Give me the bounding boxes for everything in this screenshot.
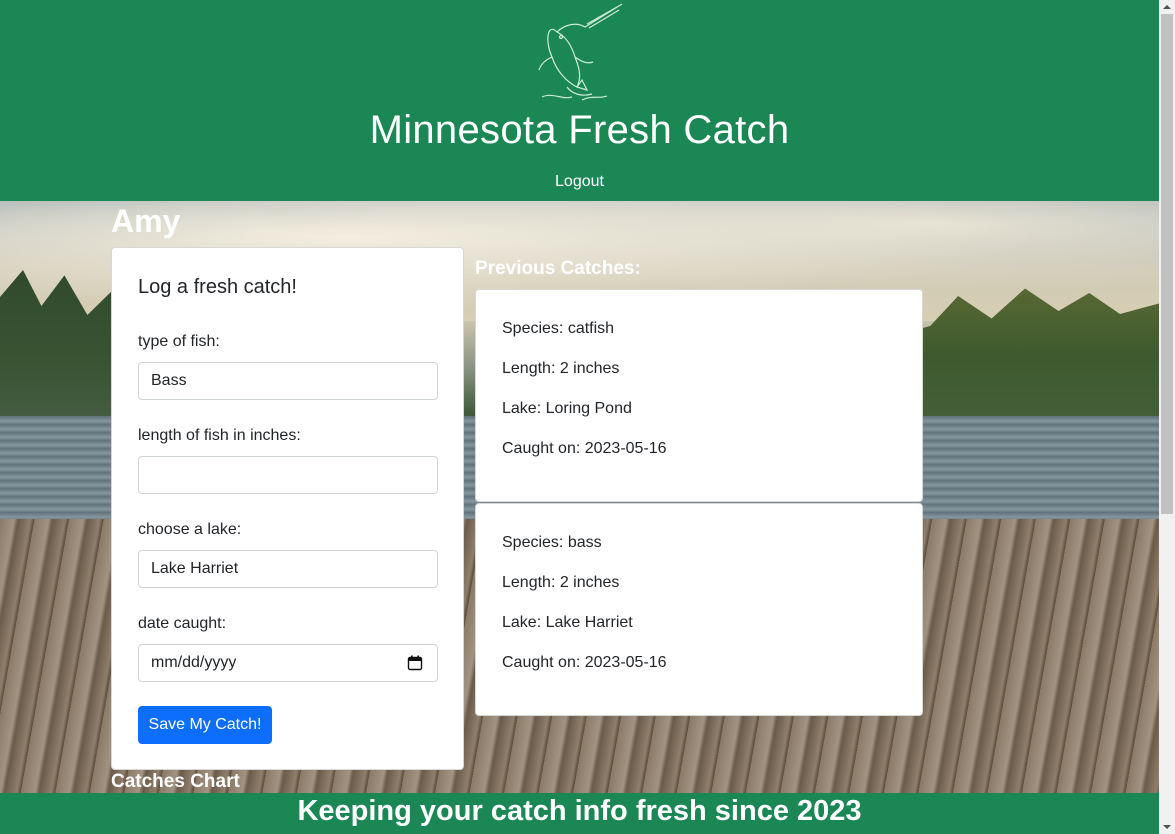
vertical-scrollbar[interactable] — [1159, 0, 1175, 834]
leaping-fish-icon — [538, 3, 623, 101]
lake-value: Lake Harriet — [151, 560, 239, 577]
catch-length: Length: 2 inches — [502, 574, 620, 591]
catch-card: Species: bass Length: 2 inches Lake: Lak… — [475, 503, 923, 716]
length-input[interactable] — [138, 456, 438, 494]
fish-type-value: Bass — [151, 372, 187, 389]
lake-input[interactable]: Lake Harriet — [138, 550, 438, 588]
fish-type-label: type of fish: — [138, 333, 220, 350]
catch-length: Length: 2 inches — [502, 360, 620, 377]
calendar-icon[interactable] — [407, 655, 423, 671]
catch-lake: Lake: Loring Pond — [502, 400, 632, 417]
user-name: Amy — [111, 203, 181, 239]
lake-label: choose a lake: — [138, 521, 242, 538]
footer-tagline: Keeping your catch info fresh since 2023 — [297, 795, 862, 827]
length-label: length of fish in inches: — [138, 427, 301, 444]
scrollbar-thumb[interactable] — [1161, 14, 1173, 514]
date-label: date caught: — [138, 615, 227, 632]
form-heading: Log a fresh catch! — [138, 276, 297, 298]
save-catch-button[interactable]: Save My Catch! — [138, 706, 272, 744]
log-catch-form: Log a fresh catch! type of fish: Bass le… — [111, 247, 464, 770]
app-title: Minnesota Fresh Catch — [369, 108, 790, 152]
catch-card: Species: catfish Length: 2 inches Lake: … — [475, 289, 923, 502]
catch-species: Species: catfish — [502, 320, 615, 337]
date-input[interactable]: mm/dd/yyyy — [138, 644, 438, 682]
previous-catches-title: Previous Catches: — [475, 258, 641, 279]
catches-chart-title: Catches Chart — [111, 771, 240, 792]
fish-type-input[interactable]: Bass — [138, 362, 438, 400]
catch-date: Caught on: 2023-05-16 — [502, 654, 667, 671]
catch-species: Species: bass — [502, 534, 602, 551]
catch-lake: Lake: Lake Harriet — [502, 614, 633, 631]
date-placeholder: mm/dd/yyyy — [151, 654, 237, 671]
site-footer: Keeping your catch info fresh since 2023 — [0, 793, 1159, 834]
logout-link[interactable]: Logout — [0, 173, 1159, 191]
site-header: Minnesota Fresh Catch Logout — [0, 0, 1159, 201]
catch-date: Caught on: 2023-05-16 — [502, 440, 667, 457]
scroll-down-arrow-icon[interactable] — [1159, 820, 1175, 834]
scroll-up-arrow-icon[interactable] — [1159, 0, 1175, 14]
